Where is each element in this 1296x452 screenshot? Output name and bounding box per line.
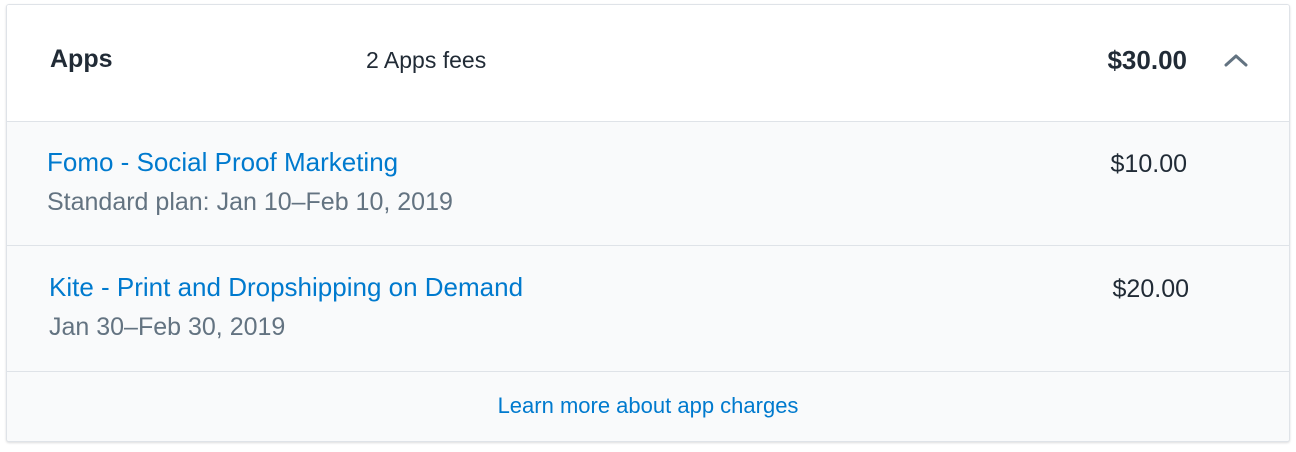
app-name-link[interactable]: Fomo - Social Proof Marketing [47,147,398,178]
card-footer: Learn more about app charges [7,372,1289,441]
card-header: Apps 2 Apps fees $30.00 [7,5,1289,122]
section-title: Apps [50,45,113,73]
learn-more-link[interactable]: Learn more about app charges [498,393,799,419]
app-name-link[interactable]: Kite - Print and Dropshipping on Demand [49,272,523,303]
apps-total-amount: $30.00 [1107,45,1187,75]
apps-charges-card: Apps 2 Apps fees $30.00 Fomo - Social Pr… [6,4,1290,442]
app-amount: $20.00 [1112,275,1189,303]
apps-fees-count: 2 Apps fees [366,47,487,73]
apps-list: Fomo - Social Proof Marketing Standard p… [7,122,1289,441]
app-charge-row: Kite - Print and Dropshipping on Demand … [7,246,1289,372]
app-amount: $10.00 [1110,150,1187,178]
app-billing-period: Jan 30–Feb 30, 2019 [49,313,286,341]
collapse-toggle-button[interactable] [1219,43,1253,77]
chevron-up-icon [1224,54,1248,67]
app-charge-row: Fomo - Social Proof Marketing Standard p… [7,122,1289,246]
app-billing-period: Standard plan: Jan 10–Feb 10, 2019 [47,188,453,216]
